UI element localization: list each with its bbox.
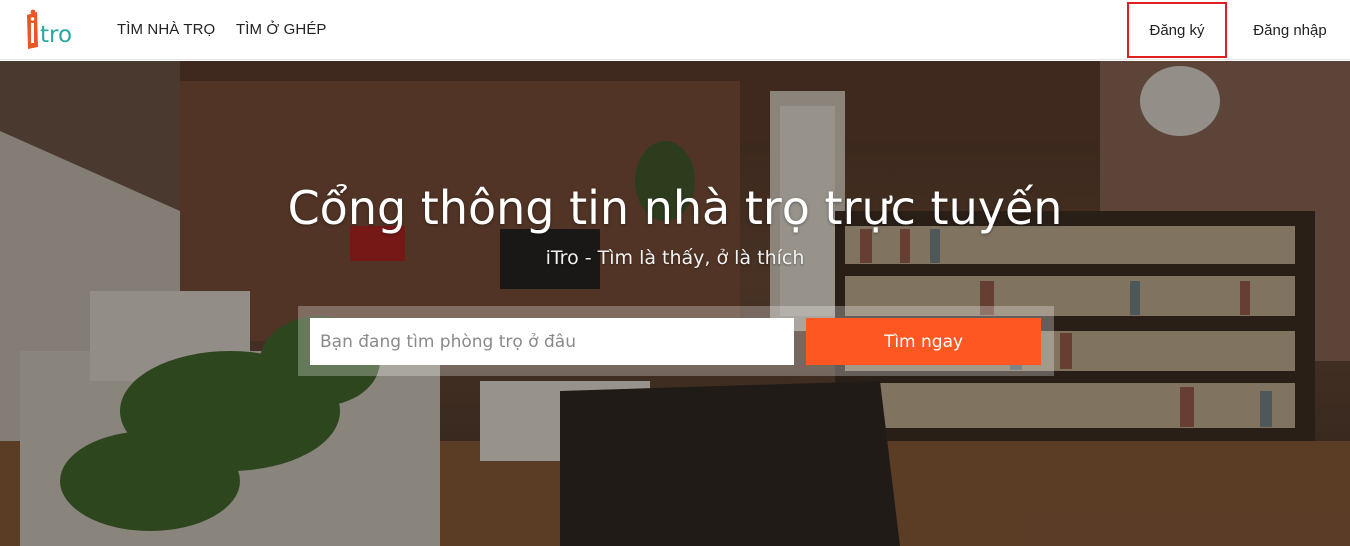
top-navbar: tro TÌM NHÀ TRỌ TÌM Ở GHÉP Đăng ký Đăng … [0,0,1350,60]
svg-text:tro: tro [40,22,72,48]
hero-subtitle: iTro - Tìm là thấy, ở là thích [545,247,805,269]
itro-logo-icon: tro [27,9,72,49]
nav-find-room[interactable]: TÌM NHÀ TRỌ [117,21,215,38]
register-button[interactable]: Đăng ký [1127,2,1227,58]
hero-dark-overlay [0,61,1350,546]
itro-logo[interactable]: tro [25,9,83,51]
search-input[interactable] [310,318,794,365]
login-button[interactable]: Đăng nhập [1240,2,1340,58]
search-panel: Tìm ngay [298,306,1054,376]
nav-find-roommate[interactable]: TÌM Ở GHÉP [236,21,327,38]
hero-banner: Cổng thông tin nhà trọ trực tuyến iTro -… [0,61,1350,546]
search-button[interactable]: Tìm ngay [806,318,1041,365]
hero-title: Cổng thông tin nhà trọ trực tuyến [287,181,1063,235]
